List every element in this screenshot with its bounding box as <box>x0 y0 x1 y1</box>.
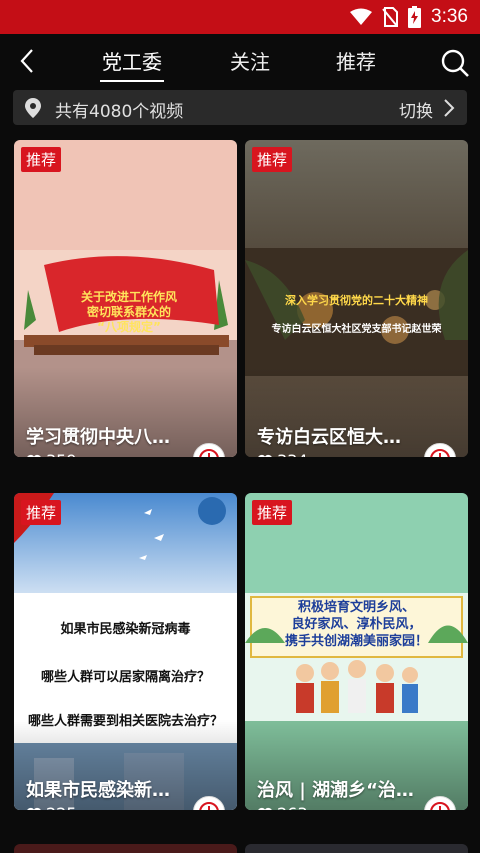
like-count: 263 <box>257 804 308 810</box>
switch-button[interactable]: 切换 <box>399 97 433 122</box>
like-count-value: 359 <box>46 451 77 457</box>
like-count-value: 334 <box>277 451 308 457</box>
video-card[interactable]: 深入学习贯彻党的二十大精神 专访白云区恒大社区党支部书记赵世荣 推荐 专访白云区… <box>245 140 468 457</box>
recommend-badge: 推荐 <box>252 147 293 172</box>
video-title: 治风 | 湖潮乡“治… <box>257 780 414 801</box>
recommend-badge: 推荐 <box>21 147 62 172</box>
video-title: 专访白云区恒大… <box>257 427 401 448</box>
thumbnail-caption-line: 密切联系群众的 <box>86 305 171 319</box>
like-count: 359 <box>26 451 77 457</box>
video-card[interactable] <box>245 844 468 853</box>
thumbnail-caption-line: 良好家风、淳朴民风， <box>291 617 422 632</box>
location-bar[interactable]: 共有4080个视频 切换 <box>13 90 467 125</box>
thumbnail-caption-line: 专访白云区恒大社区党支部书记赵世荣 <box>271 324 442 335</box>
heart-icon <box>258 807 272 810</box>
thumbnail-caption-line: 如果市民感染新冠病毒 <box>60 622 191 637</box>
tab-recommend[interactable]: 推荐 <box>336 46 376 78</box>
thumbnail-caption: 关于改进工作作风 密切联系群众的 “八项规定” <box>64 290 194 335</box>
heart-icon <box>27 807 41 810</box>
thumbnail-caption-line: 积极培育文明乡风、 <box>297 600 415 615</box>
status-icons: 3:36 <box>350 6 468 28</box>
tab-party-committee[interactable]: 党工委 <box>102 46 162 78</box>
like-count-value: 263 <box>277 804 308 810</box>
location-pin-icon <box>25 98 41 118</box>
battery-charging-icon <box>408 6 422 28</box>
no-sim-icon <box>382 7 399 27</box>
channel-logo-icon[interactable] <box>193 796 225 810</box>
recommend-badge: 推荐 <box>252 500 293 525</box>
like-count-value: 225 <box>46 804 77 810</box>
like-count: 225 <box>26 804 77 810</box>
top-nav: 党工委 关注 推荐 <box>0 34 480 88</box>
channel-logo-icon[interactable] <box>193 443 225 457</box>
video-card[interactable]: 如果市民感染新冠病毒 哪些人群可以居家隔离治疗？ 哪些人群需要到相关医院去治疗？… <box>14 493 237 810</box>
video-card[interactable]: 关于改进工作作风 密切联系群众的 “八项规定” 推荐 学习贯彻中央八… 359 <box>14 140 237 457</box>
wifi-icon <box>350 8 373 25</box>
thumbnail-caption-line: 携手共创湖潮美丽家园！ <box>284 634 428 649</box>
status-time: 3:36 <box>431 6 468 27</box>
heart-icon <box>258 454 272 457</box>
video-title: 如果市民感染新… <box>26 780 170 801</box>
channel-logo-icon[interactable] <box>424 443 456 457</box>
thumbnail-caption-line: 深入学习贯彻党的二十大精神 <box>285 294 428 307</box>
back-icon[interactable] <box>14 46 44 76</box>
video-card[interactable] <box>14 844 237 853</box>
thumbnail-caption-line: “八项规定” <box>97 320 161 334</box>
like-count: 334 <box>257 451 308 457</box>
channel-logo-icon[interactable] <box>424 796 456 810</box>
video-title: 学习贯彻中央八… <box>26 427 170 448</box>
video-count-text: 共有4080个视频 <box>55 102 184 122</box>
heart-icon <box>27 454 41 457</box>
thumbnail-caption-line: 哪些人群可以居家隔离治疗？ <box>40 670 210 685</box>
active-tab-indicator <box>100 80 164 82</box>
thumbnail-caption-line: 关于改进工作作风 <box>80 290 177 304</box>
chevron-right-icon[interactable] <box>443 99 455 117</box>
recommend-badge: 推荐 <box>21 500 62 525</box>
video-card[interactable]: 积极培育文明乡风、 良好家风、淳朴民风， 携手共创湖潮美丽家园！ 推荐 治风 |… <box>245 493 468 810</box>
search-icon[interactable] <box>440 48 470 78</box>
tab-follow[interactable]: 关注 <box>230 46 270 78</box>
thumbnail-caption: 积极培育文明乡风、 良好家风、淳朴民风， 携手共创湖潮美丽家园！ <box>245 599 468 650</box>
status-bar: 3:36 <box>0 0 480 34</box>
